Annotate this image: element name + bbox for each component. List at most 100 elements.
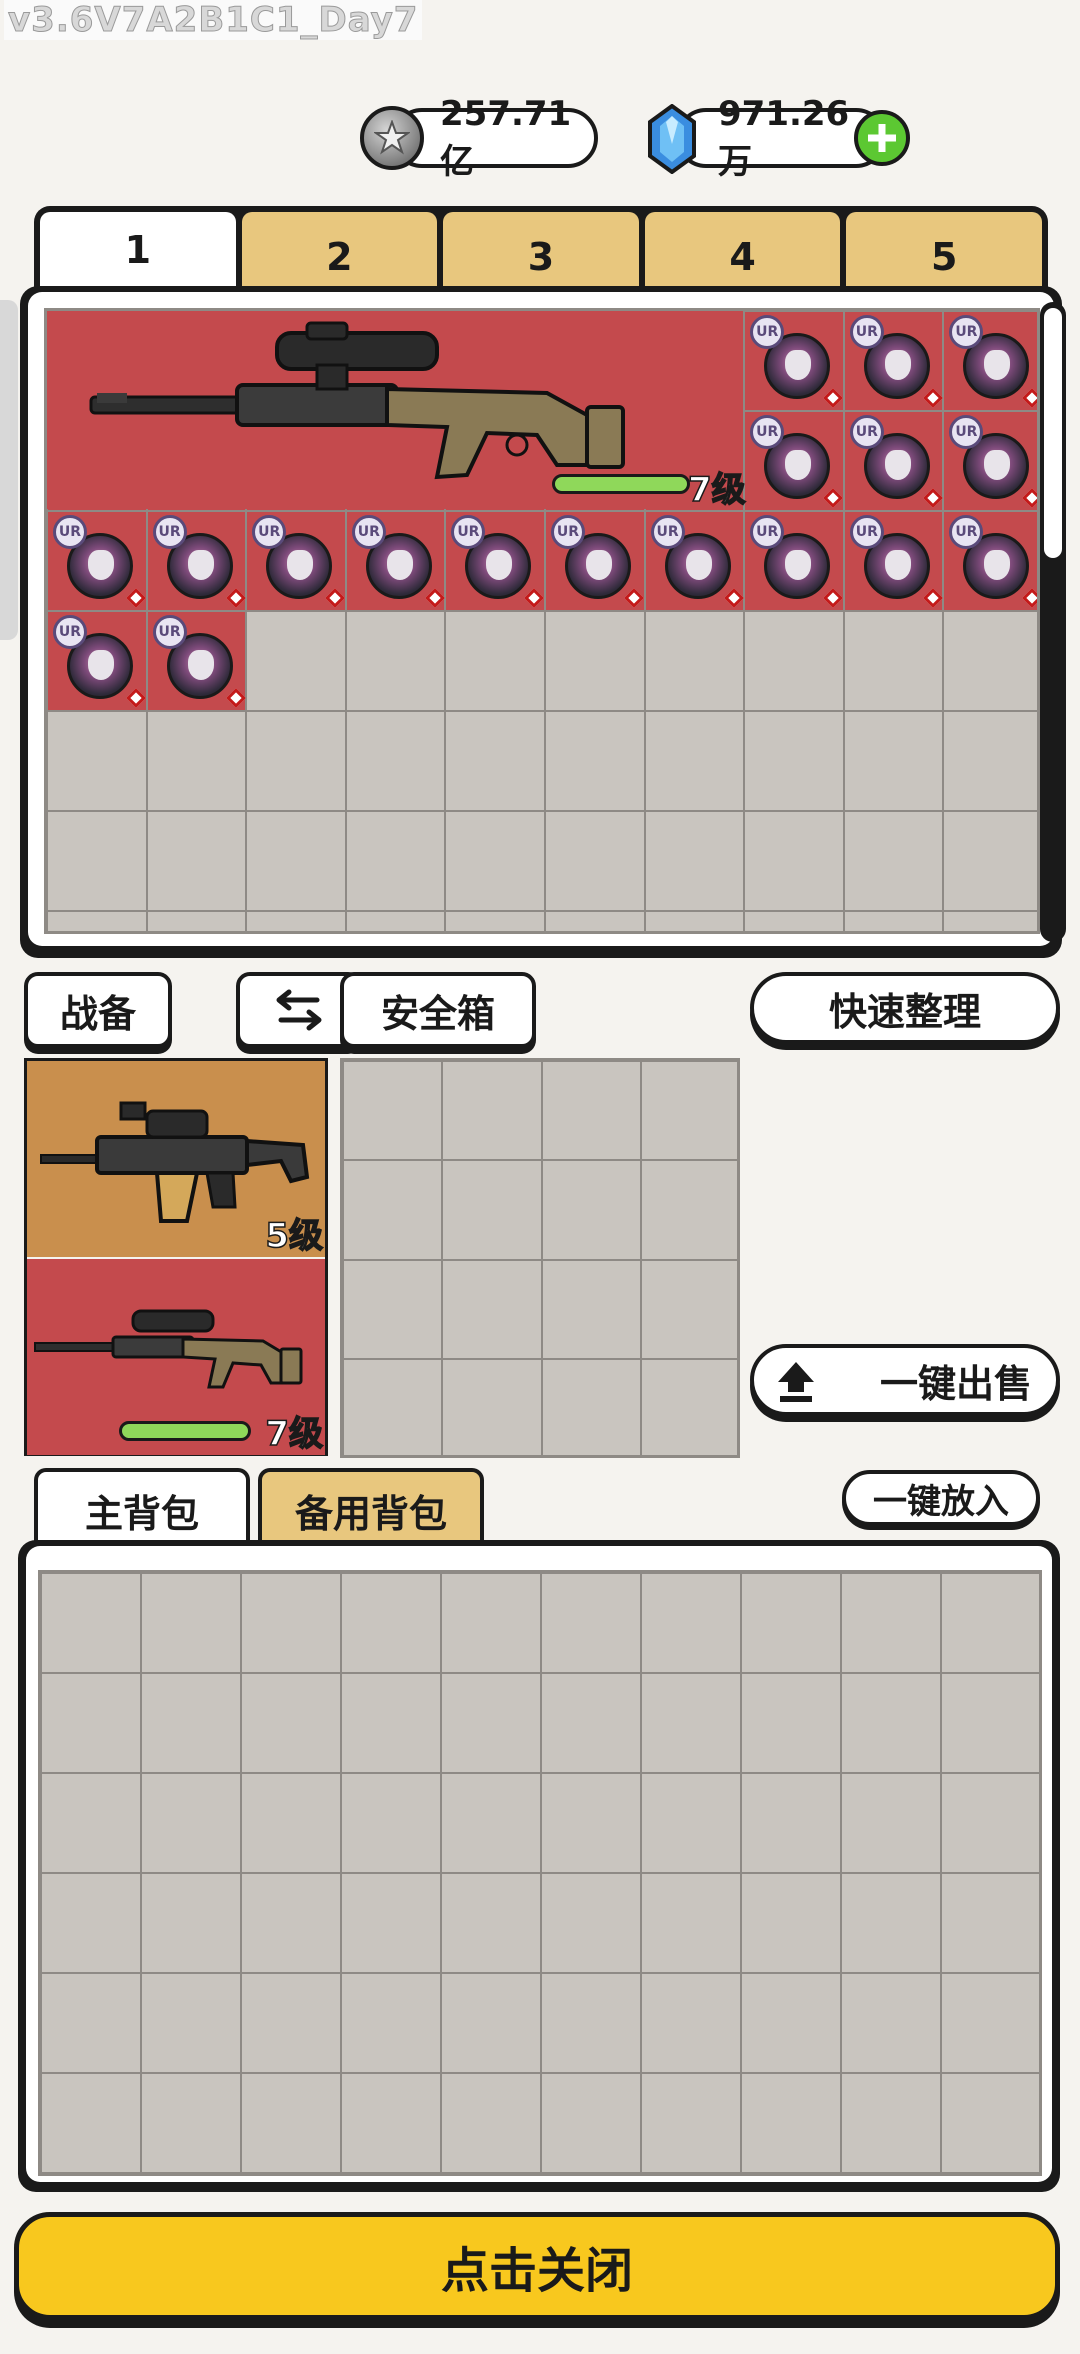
ur-item[interactable]: UR bbox=[943, 411, 1037, 511]
grid-cell[interactable] bbox=[641, 1873, 741, 1973]
grid-cell[interactable] bbox=[341, 1773, 441, 1873]
grid-cell[interactable] bbox=[644, 711, 745, 811]
grid-cell[interactable] bbox=[241, 1773, 341, 1873]
grid-cell[interactable] bbox=[41, 1573, 141, 1673]
grid-cell[interactable] bbox=[741, 2073, 841, 2173]
secondary-weapon-slot[interactable]: 7级 bbox=[27, 1259, 325, 1455]
grid-cell[interactable] bbox=[343, 1259, 443, 1359]
grid-cell[interactable] bbox=[541, 1160, 641, 1260]
grid-cell[interactable] bbox=[241, 1573, 341, 1673]
grid-cell[interactable] bbox=[41, 1973, 141, 2073]
grid-cell[interactable] bbox=[843, 711, 944, 811]
grid-cell[interactable] bbox=[141, 1873, 241, 1973]
grid-cell[interactable] bbox=[141, 2073, 241, 2173]
grid-cell[interactable] bbox=[541, 2073, 641, 2173]
scroll-thumb[interactable] bbox=[1044, 308, 1062, 558]
grid-cell[interactable] bbox=[640, 1358, 737, 1455]
side-drawer-handle[interactable] bbox=[0, 300, 18, 640]
grid-cell[interactable] bbox=[246, 811, 346, 911]
grid-cell[interactable] bbox=[343, 1061, 443, 1161]
grid-cell[interactable] bbox=[246, 611, 346, 711]
grid-cell[interactable] bbox=[843, 611, 944, 711]
ur-item[interactable]: UR bbox=[744, 411, 844, 511]
ur-item[interactable]: UR bbox=[47, 611, 147, 711]
grid-cell[interactable] bbox=[341, 2073, 441, 2173]
grid-cell[interactable] bbox=[541, 1358, 641, 1455]
grid-cell[interactable] bbox=[941, 1573, 1039, 1673]
grid-cell[interactable] bbox=[741, 1673, 841, 1773]
ur-item[interactable]: UR bbox=[246, 511, 346, 611]
grid-cell[interactable] bbox=[445, 711, 545, 811]
grid-cell[interactable] bbox=[841, 1573, 941, 1673]
grid-cell[interactable] bbox=[545, 711, 645, 811]
grid-cell[interactable] bbox=[841, 1773, 941, 1873]
grid-cell[interactable] bbox=[246, 711, 346, 811]
grid-cell[interactable] bbox=[241, 1973, 341, 2073]
grid-cell[interactable] bbox=[641, 1773, 741, 1873]
grid-cell[interactable] bbox=[241, 2073, 341, 2173]
grid-cell[interactable] bbox=[644, 811, 745, 911]
grid-cell[interactable] bbox=[641, 1973, 741, 2073]
tab-stash-5[interactable]: 5 bbox=[846, 212, 1042, 288]
grid-cell[interactable] bbox=[445, 911, 545, 931]
grid-cell[interactable] bbox=[41, 2073, 141, 2173]
grid-cell[interactable] bbox=[943, 911, 1037, 931]
grid-cell[interactable] bbox=[341, 1873, 441, 1973]
ur-item[interactable]: UR bbox=[943, 511, 1037, 611]
grid-cell[interactable] bbox=[640, 1061, 737, 1161]
grid-cell[interactable] bbox=[146, 911, 247, 931]
grid-cell[interactable] bbox=[442, 1259, 542, 1359]
grid-cell[interactable] bbox=[841, 1673, 941, 1773]
grid-cell[interactable] bbox=[442, 1358, 542, 1455]
grid-cell[interactable] bbox=[641, 2073, 741, 2173]
grid-cell[interactable] bbox=[141, 1573, 241, 1673]
close-button[interactable]: 点击关闭 bbox=[14, 2212, 1060, 2320]
grid-cell[interactable] bbox=[343, 1160, 443, 1260]
grid-cell[interactable] bbox=[442, 1061, 542, 1161]
ur-item[interactable]: UR bbox=[844, 511, 944, 611]
grid-cell[interactable] bbox=[744, 611, 844, 711]
grid-cell[interactable] bbox=[640, 1259, 737, 1359]
grid-cell[interactable] bbox=[843, 911, 944, 931]
grid-cell[interactable] bbox=[841, 2073, 941, 2173]
ur-item[interactable]: UR bbox=[147, 511, 247, 611]
ur-item[interactable]: UR bbox=[844, 311, 944, 411]
grid-cell[interactable] bbox=[541, 1061, 641, 1161]
grid-cell[interactable] bbox=[241, 1673, 341, 1773]
sell-all-button[interactable]: 一键出售 bbox=[750, 1344, 1060, 1416]
grid-cell[interactable] bbox=[541, 1259, 641, 1359]
ur-item[interactable]: UR bbox=[147, 611, 247, 711]
grid-cell[interactable] bbox=[744, 711, 844, 811]
ur-item[interactable]: UR bbox=[844, 411, 944, 511]
grid-cell[interactable] bbox=[341, 1673, 441, 1773]
grid-cell[interactable] bbox=[47, 911, 147, 931]
tab-stash-3[interactable]: 3 bbox=[443, 212, 639, 288]
tab-stash-2[interactable]: 2 bbox=[241, 212, 438, 288]
grid-cell[interactable] bbox=[943, 811, 1037, 911]
ur-item[interactable]: UR bbox=[545, 511, 645, 611]
grid-cell[interactable] bbox=[441, 1673, 541, 1773]
add-gems-button[interactable] bbox=[854, 110, 910, 166]
grid-cell[interactable] bbox=[441, 1573, 541, 1673]
grid-cell[interactable] bbox=[345, 811, 446, 911]
grid-cell[interactable] bbox=[441, 1773, 541, 1873]
primary-weapon-slot[interactable]: 5级 bbox=[27, 1061, 325, 1257]
ur-item[interactable]: UR bbox=[744, 311, 844, 411]
grid-cell[interactable] bbox=[541, 1573, 641, 1673]
grid-cell[interactable] bbox=[741, 1573, 841, 1673]
ur-item[interactable]: UR bbox=[346, 511, 446, 611]
grid-cell[interactable] bbox=[741, 1973, 841, 2073]
tab-spare-backpack[interactable]: 备用背包 bbox=[258, 1468, 484, 1548]
safe-box-tab-button[interactable]: 安全箱 bbox=[340, 972, 536, 1048]
grid-cell[interactable] bbox=[641, 1673, 741, 1773]
grid-cell[interactable] bbox=[644, 611, 745, 711]
grid-cell[interactable] bbox=[744, 911, 844, 931]
grid-cell[interactable] bbox=[541, 1873, 641, 1973]
grid-cell[interactable] bbox=[345, 711, 446, 811]
grid-cell[interactable] bbox=[541, 1973, 641, 2073]
grid-cell[interactable] bbox=[41, 1773, 141, 1873]
grid-cell[interactable] bbox=[741, 1773, 841, 1873]
grid-cell[interactable] bbox=[246, 911, 346, 931]
grid-cell[interactable] bbox=[541, 1773, 641, 1873]
grid-cell[interactable] bbox=[441, 2073, 541, 2173]
